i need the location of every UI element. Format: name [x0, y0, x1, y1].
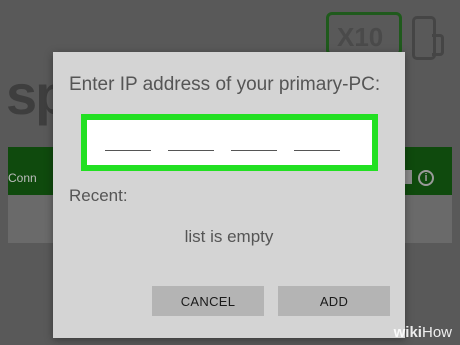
info-icon: i — [418, 170, 434, 186]
wikihow-watermark: wikiHow — [394, 324, 452, 341]
x10-badge: X10 — [326, 12, 402, 56]
x10-label: X10 — [337, 22, 384, 52]
ip-octet-1[interactable] — [105, 150, 151, 151]
watermark-wiki: wiki — [393, 324, 422, 341]
add-button[interactable]: ADD — [278, 286, 390, 316]
recent-empty-text: list is empty — [184, 227, 274, 246]
ip-octet-3[interactable] — [231, 150, 277, 151]
recent-label: Recent: — [69, 186, 128, 205]
ip-address-dialog: Enter IP address of your primary-PC: Rec… — [53, 52, 405, 338]
watermark-how: How — [421, 324, 452, 341]
connection-label: Conn — [8, 171, 37, 185]
dialog-title: Enter IP address of your primary-PC: — [69, 74, 381, 95]
ip-address-input[interactable] — [81, 114, 378, 171]
ip-octet-4[interactable] — [294, 150, 340, 151]
ip-octet-2[interactable] — [168, 150, 214, 151]
phone-secondary-icon — [432, 34, 444, 56]
cancel-button[interactable]: CANCEL — [152, 286, 264, 316]
